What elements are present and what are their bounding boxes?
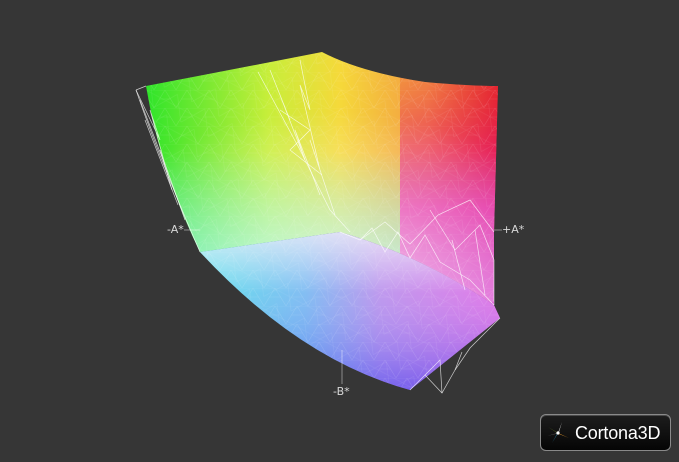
logo-wordmark: Cortona3D	[575, 423, 660, 443]
gamut-3d-viewport[interactable]: -A* +A* -B*	[0, 0, 679, 458]
cortona-star-icon	[547, 422, 569, 443]
logo-text: Cortona	[575, 423, 638, 443]
cortona3d-logo-badge[interactable]: Cortona3D	[540, 414, 671, 451]
axis-label-positive-a: +A*	[502, 223, 525, 236]
logo-suffix: 3D	[637, 423, 661, 443]
axis-label-negative-b: -B*	[333, 385, 350, 398]
axis-label-negative-a: -A*	[167, 223, 184, 236]
